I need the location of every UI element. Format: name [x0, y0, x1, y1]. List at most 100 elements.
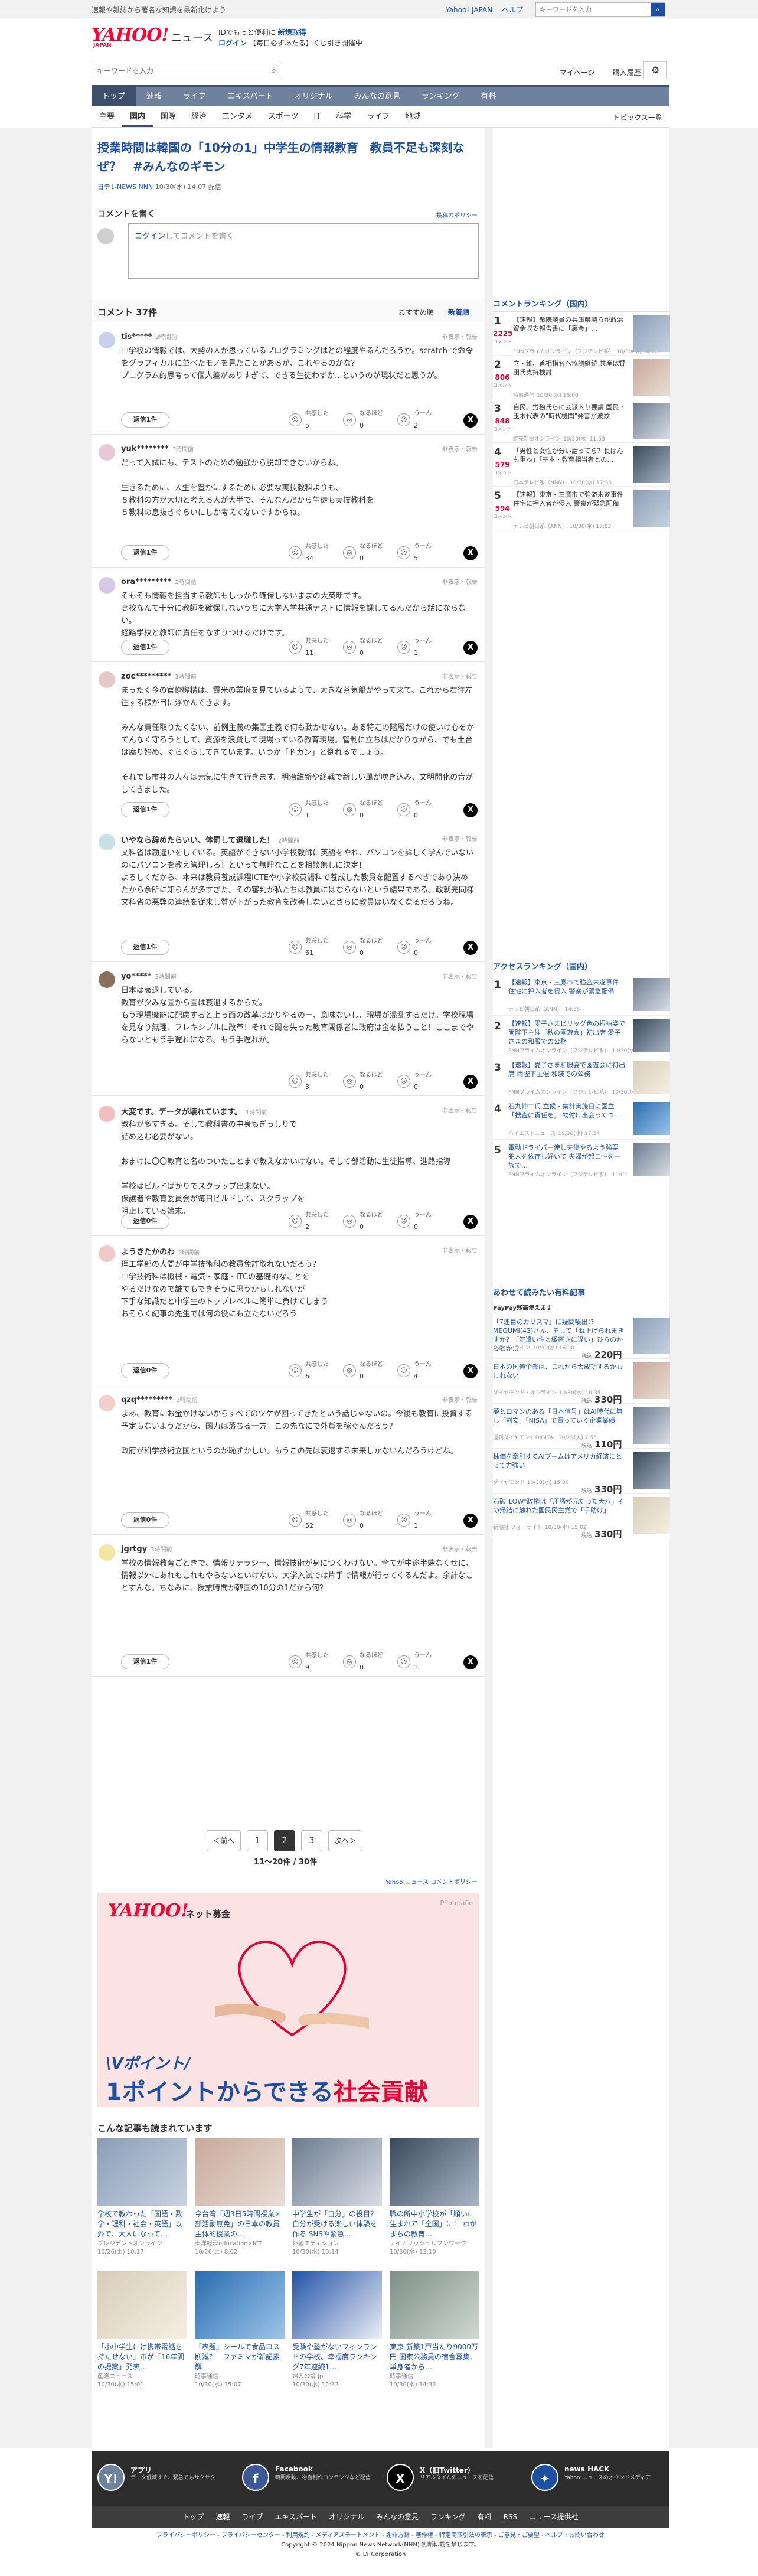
- comment-user[interactable]: いやなら辞めたらいい、体罰して退職した！ 2時間前: [121, 834, 299, 845]
- report-link[interactable]: 非表示・報告: [442, 444, 478, 453]
- comment-login-link[interactable]: ログイン: [135, 232, 165, 241]
- page-2[interactable]: 2: [274, 1830, 295, 1851]
- comment-username[interactable]: いやなら辞めたらいい、体罰して退職した！: [121, 836, 275, 845]
- report-link[interactable]: 非表示・報告: [442, 834, 478, 843]
- category-science[interactable]: 科学: [328, 106, 359, 127]
- reply-toggle-button[interactable]: 返信1件: [121, 1654, 169, 1669]
- topics-list-link[interactable]: トピックス一覧: [613, 112, 662, 122]
- access-ranking-item[interactable]: 4 石丸伸二氏 立候・集計実施日に国立「捜査に責任を」 物付け出会ってつ... ハイ…: [493, 1098, 670, 1140]
- gear-icon[interactable]: ⚙: [643, 61, 667, 79]
- category-world[interactable]: 国際: [153, 106, 184, 127]
- footer-nav-item[interactable]: 速報: [215, 2513, 230, 2521]
- gnav-ranking[interactable]: ランキング: [411, 87, 471, 106]
- comment-input[interactable]: ログインしてコメントを書く: [128, 223, 479, 279]
- donation-ad-banner[interactable]: YAHOO! ネット募金 Photo:afio \Vポイント/ 1ポイントからで…: [97, 1893, 479, 2107]
- related-article[interactable]: 中学生が「自分」の役目？自分が受ける楽しい体験を作る SNSや緊急… 外國エディシ…: [292, 2138, 382, 2257]
- reply-toggle-button[interactable]: 返信0件: [121, 1214, 169, 1229]
- comment-user[interactable]: tis***** 2時間前: [121, 332, 177, 341]
- ranking-title[interactable]: 【速報】東京・三鷹市で強盗未遂事件 住宅に押入者を侵入 警察が緊急配備: [508, 978, 626, 996]
- empathy-button[interactable]: ☺ 共感した 34: [289, 542, 336, 565]
- related-title[interactable]: 中学生が「自分」の役目？自分が受ける楽しい体験を作る SNSや緊急…: [292, 2209, 382, 2240]
- empathy-button[interactable]: ☺ 共感した 1: [289, 798, 336, 822]
- empathy-button[interactable]: ☺ 共感した 6: [289, 1359, 336, 1383]
- report-link[interactable]: 非表示・報告: [442, 971, 478, 980]
- understand-button[interactable]: ◎ なるほど 0: [343, 542, 390, 565]
- comment-username[interactable]: qzq*********: [121, 1395, 172, 1404]
- ranking-item[interactable]: 5 594 コメント 【速報】東京・三鷹市で強盗未遂事件 住宅に押入者が侵入 警察が緊…: [493, 487, 670, 530]
- paid-article-item[interactable]: 夢とロマンのある「日本信号」はAI時代に無し「割安」「NISA」で買っていく企業…: [493, 1404, 670, 1450]
- footer-nav-item[interactable]: 有料: [478, 2513, 492, 2521]
- hmm-button[interactable]: ☹ うーん 0: [397, 1070, 445, 1094]
- prev-page-button[interactable]: ＜前へ: [207, 1830, 241, 1851]
- ranking-title[interactable]: 【速報】衆院議員の兵庫県議らが政治資金収支報告書に「裏金」…: [513, 315, 629, 333]
- help-link[interactable]: ヘルプ: [502, 6, 523, 14]
- sort-newest[interactable]: 新着順: [448, 307, 469, 317]
- article-source[interactable]: 日テレNEWS NNN: [97, 183, 153, 191]
- footer-nav-item[interactable]: オリジナル: [329, 2513, 364, 2521]
- ranking-item[interactable]: 3 848 コメント 自民、労務氏らに会派入り要請 国民・玉木代表の"時代機関"発言が…: [493, 399, 670, 443]
- ranking-title[interactable]: 【速報】愛子さま和服姿で園遊会に初出席 両陛下主催 和装での公務: [508, 1061, 626, 1078]
- ranking-title[interactable]: 立・維、首相指名へ協議継続 共産は野田氏支持検討: [513, 359, 629, 377]
- gnav-paid[interactable]: 有料: [470, 87, 507, 106]
- search-icon[interactable]: ⌕: [651, 3, 665, 16]
- ranking-title[interactable]: 【速報】東京・三鷹市で強盗未遂事件 住宅に押入者が侵入 警察が緊急配備: [513, 490, 629, 508]
- hmm-button[interactable]: ☹ うーん 1: [397, 636, 445, 660]
- footer-item[interactable]: f Facebook 時問反動、物自制作コンテンツなど配信: [242, 2459, 384, 2497]
- understand-button[interactable]: ◎ なるほど 0: [343, 409, 390, 432]
- ranking-item[interactable]: 2 806 コメント 立・維、首相指名へ協議継続 共産は野田氏支持検討 時事通信 10/3…: [493, 356, 670, 399]
- x-share-icon[interactable]: X: [463, 803, 478, 817]
- comment-username[interactable]: tis*****: [121, 332, 152, 341]
- report-link[interactable]: 非表示・報告: [442, 1245, 478, 1254]
- category-main[interactable]: 主要: [92, 106, 122, 127]
- gnav-opinion[interactable]: みんなの意見: [344, 87, 411, 106]
- comment-user[interactable]: 大変です。データが壊れています。 1時間前: [121, 1106, 267, 1117]
- comment-user[interactable]: yo***** 3時間前: [121, 971, 177, 981]
- paid-article-title[interactable]: 石破"LOW"政権は「圧勝が元だった大八」その帰結に触れた国民民主党で「手助け」: [493, 1497, 626, 1515]
- hmm-button[interactable]: ☹ うーん 2: [397, 409, 445, 432]
- hmm-button[interactable]: ☹ うーん 4: [397, 1359, 445, 1383]
- related-article[interactable]: 職の所中小学校が「順いに生まれで「全国」に！ わがまちの教育… ナイナリッシュルフ…: [390, 2138, 479, 2257]
- paid-article-title[interactable]: 夢とロマンのある「日本信号」はAI時代に無し「割安」「NISA」で買っていく企業…: [493, 1407, 626, 1425]
- hmm-button[interactable]: ☹ うーん 0: [397, 1210, 445, 1234]
- empathy-button[interactable]: ☺ 共感した 3: [289, 1070, 336, 1094]
- access-ranking-item[interactable]: 5 電動ドライバー使し夫傷やるよう強要 犯人を依存し好いて 夫婦が起こ〜を一族で……: [493, 1140, 670, 1181]
- sort-recommend[interactable]: おすすめ順: [398, 307, 434, 317]
- reply-toggle-button[interactable]: 返信1件: [121, 640, 169, 655]
- access-ranking-item[interactable]: 3 【速報】愛子さま和服姿で園遊会に初出席 両陛下主催 和装での公務 FNNプライム…: [493, 1057, 670, 1098]
- related-title[interactable]: 受験や塾がないフィンランドの学校、幸福度ランキング7年連続1…: [292, 2342, 382, 2373]
- related-title[interactable]: 学校で教わった「国語・数学・理科・社会・英語」以外で、大人になって…: [97, 2209, 187, 2240]
- paid-article-title[interactable]: 株価を牽引するAIブームはアメリカ経済にとって力強い: [493, 1452, 626, 1470]
- related-title[interactable]: 職の所中小学校が「順いに生まれで「全国」に！ わがまちの教育…: [390, 2209, 479, 2240]
- category-entertainment[interactable]: エンタメ: [214, 106, 260, 127]
- comment-username[interactable]: yo*****: [121, 972, 151, 981]
- comment-username[interactable]: ようきたかのわ: [121, 1248, 175, 1257]
- empathy-button[interactable]: ☺ 共感した 61: [289, 936, 336, 960]
- next-page-button[interactable]: 次へ＞: [328, 1830, 362, 1851]
- page-3[interactable]: 3: [301, 1830, 322, 1851]
- reply-toggle-button[interactable]: 返信1件: [121, 412, 169, 428]
- understand-button[interactable]: ◎ なるほど 0: [343, 798, 390, 822]
- report-link[interactable]: 非表示・報告: [442, 1395, 478, 1404]
- understand-button[interactable]: ◎ なるほど 0: [343, 1651, 390, 1674]
- paid-article-title[interactable]: 日本の国債企業は、これから大成功するかもしれない: [493, 1362, 626, 1380]
- news-logo-text[interactable]: ニュース: [171, 30, 213, 45]
- yahoo-japan-link[interactable]: Yahoo! JAPAN: [446, 6, 492, 14]
- reply-toggle-button[interactable]: 返信1件: [121, 802, 169, 817]
- page-1[interactable]: 1: [247, 1830, 268, 1851]
- footer-nav-item[interactable]: ランキング: [430, 2513, 466, 2521]
- hmm-button[interactable]: ☹ うーん 0: [397, 936, 445, 960]
- ranking-item[interactable]: 1 2225 コメント 【速報】衆院議員の兵庫県議らが政治資金収支報告書に「裏金」… F…: [493, 312, 670, 356]
- category-domestic[interactable]: 国内: [122, 106, 153, 127]
- ranking-item[interactable]: 4 579 コメント 「男性と女性が分い話ってら？長はんも重ね」「基本・教育相当者との…: [493, 443, 670, 487]
- report-link[interactable]: 非表示・報告: [442, 671, 478, 680]
- category-life[interactable]: ライフ: [359, 106, 397, 127]
- gnav-top[interactable]: トップ: [92, 87, 136, 106]
- search-icon[interactable]: ⌕: [272, 66, 276, 76]
- x-share-icon[interactable]: X: [463, 941, 478, 955]
- hmm-button[interactable]: ☹ うーん 1: [397, 1651, 445, 1674]
- x-share-icon[interactable]: X: [463, 1215, 478, 1229]
- footer-item[interactable]: X X（旧Twitter） リアルタイムのニュースを配信: [387, 2459, 528, 2497]
- understand-button[interactable]: ◎ なるほど 0: [343, 1210, 390, 1234]
- comment-username[interactable]: jgrtgy: [121, 1545, 147, 1554]
- paid-article-item[interactable]: 石破"LOW"政権は「圧勝が元だった大八」その帰結に触れた国民民主党で「手助け」…: [493, 1494, 670, 1540]
